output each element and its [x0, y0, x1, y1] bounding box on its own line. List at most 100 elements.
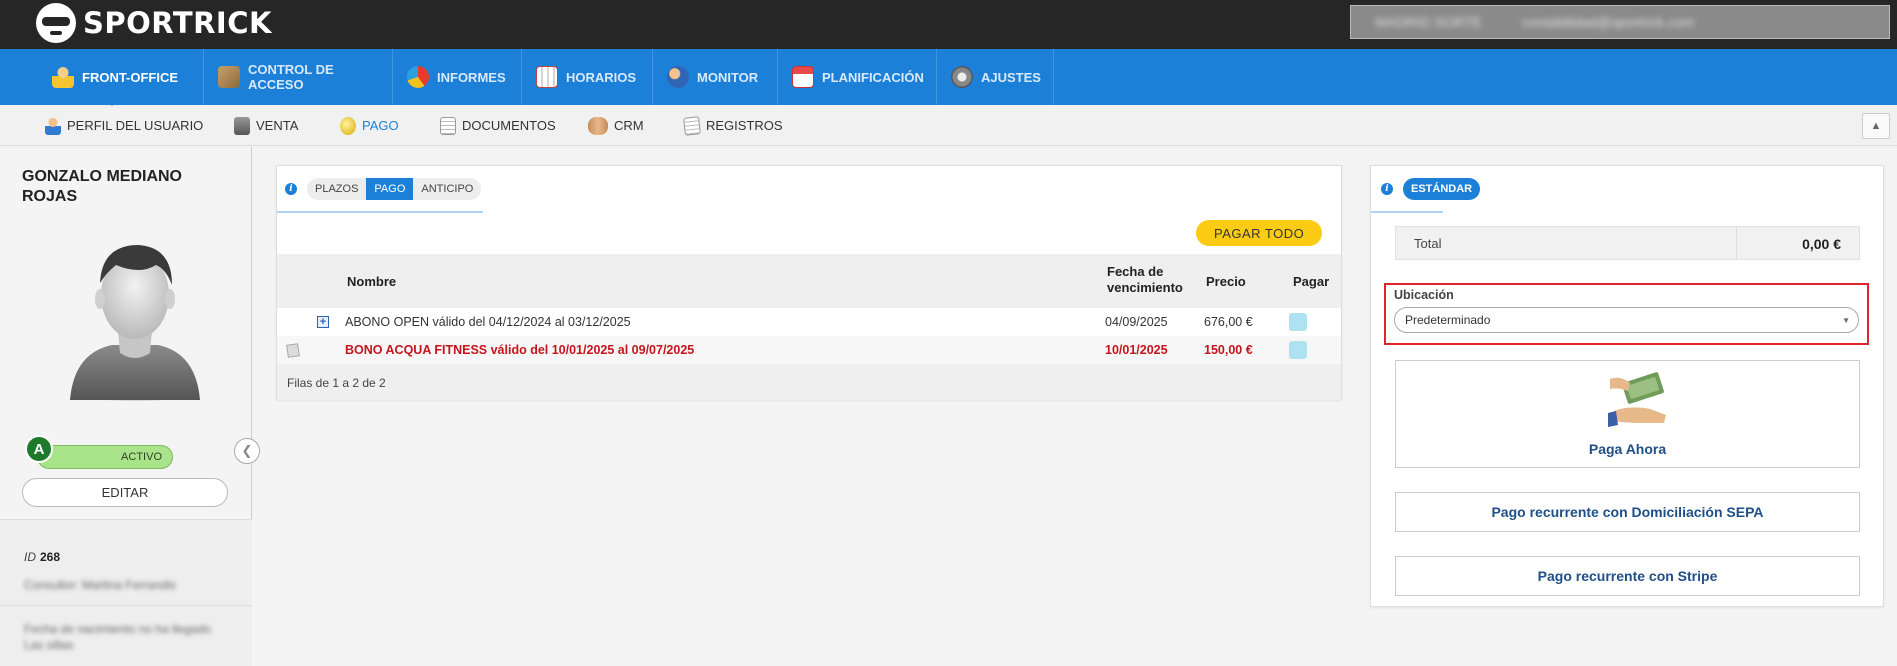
nav-monitor[interactable]: MONITOR [653, 49, 778, 105]
nav-horarios[interactable]: HORARIOS [522, 49, 653, 105]
table-row[interactable]: BONO ACQUA FITNESS válido del 10/01/2025… [277, 336, 1341, 364]
gear-icon [951, 66, 973, 88]
subnav-venta[interactable]: VENTA [234, 105, 298, 146]
nav-informes[interactable]: INFORMES [393, 49, 522, 105]
subnav-label: PAGO [362, 118, 399, 133]
note-icon[interactable] [286, 343, 300, 358]
subnav-label: CRM [614, 118, 644, 133]
subnav-perfil[interactable]: PERFIL DEL USUARIO [45, 105, 203, 146]
tab-anticipo[interactable]: ANTICIPO [413, 178, 482, 200]
subnav-label: REGISTROS [706, 118, 783, 133]
tab-pago[interactable]: PAGO [366, 178, 414, 200]
nav-label: FRONT-OFFICE [82, 69, 179, 85]
col-name[interactable]: Nombre [347, 274, 396, 289]
schedule-icon [536, 66, 558, 88]
top-bar: SPORTRICK MADRID SORTE contabilidad@spor… [0, 0, 1897, 49]
user-name: MADRID SORTE [1375, 14, 1483, 30]
subnav-label: PERFIL DEL USUARIO [67, 118, 204, 133]
cash-hand-icon [1608, 372, 1666, 427]
nav-label: HORARIOS [566, 69, 637, 85]
pay-all-button[interactable]: PAGAR TODO [1196, 220, 1323, 246]
total-value: 0,00 € [1802, 236, 1841, 252]
status-letter-badge: A [25, 435, 53, 463]
payments-card: i PLAZOS PAGO ANTICIPO PAGAR TODO Nombre… [276, 165, 1342, 400]
chevron-left-icon: ❮ [241, 443, 253, 458]
pay-checkbox[interactable] [1289, 341, 1307, 359]
stripe-recurring-button[interactable]: Pago recurrente con Stripe [1395, 556, 1860, 596]
checkout-tabbar: i ESTÁNDAR [1371, 166, 1481, 212]
user-profile-icon [45, 116, 61, 135]
logo-mascot-icon [36, 3, 76, 43]
status-text: ACTIVO [121, 451, 162, 463]
info-icon[interactable]: i [1381, 183, 1393, 195]
col-due-line1[interactable]: Fecha de [1107, 264, 1163, 279]
nav-planificacion[interactable]: PLANIFICACIÓN [778, 49, 937, 105]
nav-label: AJUSTES [981, 69, 1041, 85]
customer-consultant: Consultor: Martina Ferrandis [24, 578, 177, 592]
sepa-recurring-button[interactable]: Pago recurrente con Domiciliación SEPA [1395, 492, 1860, 532]
user-email: contabilidad@sportrick.com [1522, 14, 1695, 30]
row-price: 676,00 € [1204, 315, 1253, 329]
tab-underline [277, 211, 483, 213]
col-due-line2[interactable]: vencimiento [1107, 280, 1183, 295]
pie-chart-icon [407, 66, 429, 88]
table-footer: Filas de 1 a 2 de 2 [277, 364, 1341, 400]
edit-button[interactable]: EDITAR [22, 478, 228, 507]
pay-now-label: Paga Ahora [1588, 441, 1667, 457]
nav-label: PLANIFICACIÓN [822, 69, 924, 85]
info-icon[interactable]: i [285, 183, 297, 195]
nav-front-office[interactable]: FRONT-OFFICE [38, 49, 204, 105]
cash-register-icon [234, 116, 250, 135]
handshake-icon [588, 116, 608, 135]
total-label: Total [1414, 236, 1442, 251]
table-row[interactable]: + ABONO OPEN válido del 04/12/2024 al 03… [277, 308, 1341, 336]
customer-birth: Fecha de nacimiento no ha llegado [24, 622, 211, 636]
subnav-label: VENTA [256, 118, 299, 133]
row-name: BONO ACQUA FITNESS válido del 10/01/2025… [345, 343, 695, 357]
expand-row-icon[interactable]: + [317, 316, 329, 328]
nav-label: CONTROL DE ACCESO [247, 62, 334, 92]
subnav-crm[interactable]: CRM [588, 105, 644, 146]
main-navigation: FRONT-OFFICE CONTROL DE ACCESO INFORMES … [0, 49, 1897, 105]
customer-birth-extra: Las sillas [24, 638, 74, 652]
col-price[interactable]: Precio [1206, 274, 1246, 289]
divider [0, 605, 252, 606]
logo-text: SPORTRICK [83, 6, 272, 40]
subnav-documentos[interactable]: DOCUMENTOS [440, 105, 556, 146]
calendar-icon [792, 66, 814, 88]
tab-plazos[interactable]: PLAZOS [307, 178, 367, 200]
tab-estandar[interactable]: ESTÁNDAR [1403, 178, 1481, 200]
id-value: 268 [40, 550, 61, 564]
id-label: ID [24, 550, 36, 564]
app-logo[interactable]: SPORTRICK [36, 2, 272, 44]
customer-name: GONZALO MEDIANO ROJAS [22, 168, 182, 205]
monitor-person-icon [667, 66, 689, 88]
collapse-panel-button[interactable]: ❮ [234, 438, 260, 464]
row-due: 10/01/2025 [1105, 343, 1168, 357]
row-price: 150,00 € [1204, 343, 1253, 357]
status-badge: ACTIVO [37, 445, 173, 469]
subnav-label: DOCUMENTOS [462, 118, 556, 133]
nav-ajustes[interactable]: AJUSTES [937, 49, 1054, 105]
location-label: Ubicación [1394, 288, 1454, 302]
row-due: 04/09/2025 [1105, 315, 1168, 329]
pin-icon: ▲ [1870, 120, 1882, 132]
total-row: Total 0,00 € [1395, 226, 1860, 260]
avatar [70, 245, 200, 401]
user-account-area[interactable]: MADRID SORTE contabilidad@sportrick.com [1350, 5, 1890, 39]
nav-label: INFORMES [437, 69, 506, 85]
pay-now-button[interactable]: Paga Ahora [1395, 360, 1860, 468]
pay-checkbox[interactable] [1289, 313, 1307, 331]
pin-button[interactable]: ▲ [1862, 113, 1890, 139]
col-pay[interactable]: Pagar [1293, 274, 1329, 289]
row-count: Filas de 1 a 2 de 2 [287, 376, 386, 390]
person-icon [52, 66, 74, 88]
coin-icon [340, 116, 356, 135]
location-highlight: Ubicación Predeterminado ▼ [1384, 283, 1869, 345]
table-header: Nombre Fecha de vencimiento Precio Pagar [277, 254, 1341, 308]
location-select[interactable]: Predeterminado ▼ [1394, 307, 1859, 333]
nav-control-acceso[interactable]: CONTROL DE ACCESO [204, 49, 393, 105]
subnav-pago[interactable]: PAGO [340, 105, 399, 146]
subnav-registros[interactable]: REGISTROS [683, 105, 783, 146]
access-icon [218, 66, 240, 88]
